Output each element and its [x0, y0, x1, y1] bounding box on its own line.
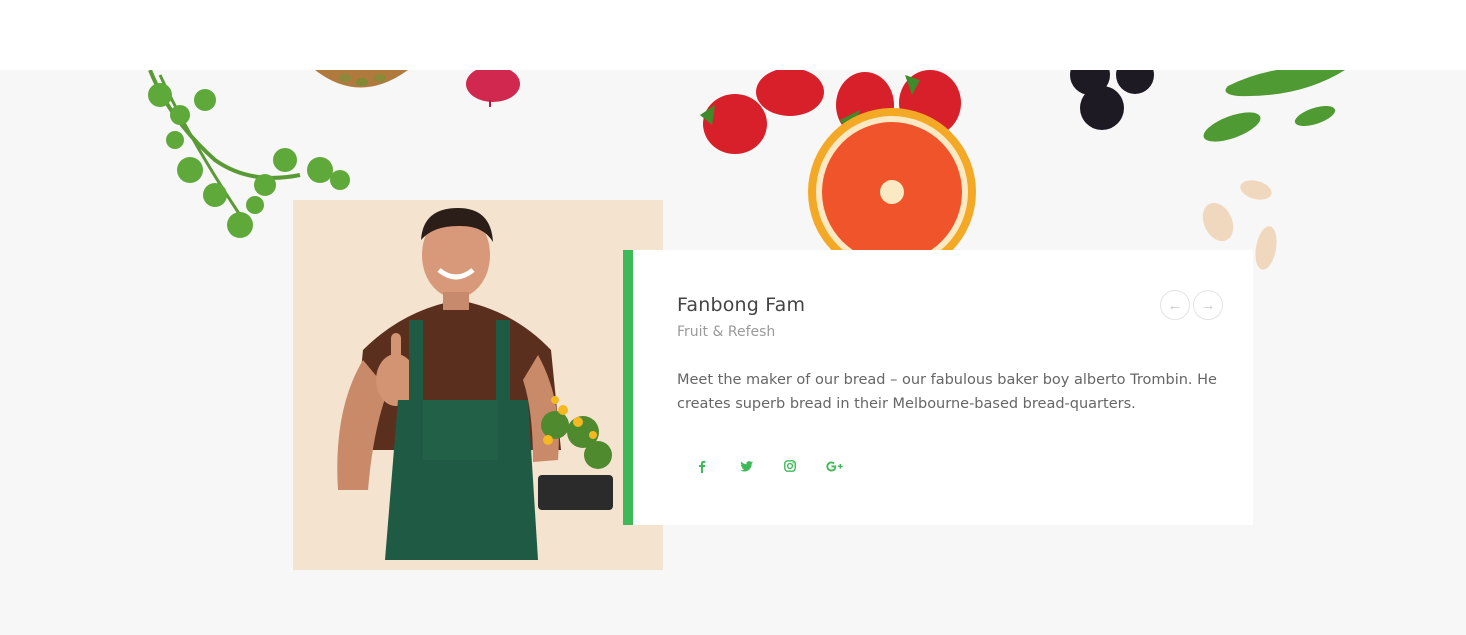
- social-links: [691, 455, 845, 477]
- member-role: Fruit & Refesh: [677, 324, 776, 340]
- prev-button[interactable]: ←: [1160, 290, 1190, 320]
- team-member-photo: [293, 200, 663, 570]
- member-name: Fanbong Fam: [677, 294, 806, 316]
- top-bar: [0, 0, 1466, 70]
- facebook-icon: [699, 460, 706, 473]
- nut-bowl-illustration: [315, 70, 408, 88]
- arrow-right-icon: →: [1200, 296, 1216, 314]
- twitter-link[interactable]: [735, 455, 757, 477]
- arrow-left-icon: ←: [1167, 296, 1183, 314]
- instagram-link[interactable]: [779, 455, 801, 477]
- cucumbers-illustration: [1203, 70, 1345, 142]
- member-bio: Meet the maker of our bread – our fabulo…: [677, 372, 1217, 412]
- facebook-link[interactable]: [691, 455, 713, 477]
- team-member-card: Fanbong Fam Fruit & Refesh ← → Meet the …: [623, 250, 1253, 525]
- google-plus-link[interactable]: [823, 455, 845, 477]
- twitter-icon: [739, 460, 753, 471]
- gardener-illustration: [337, 208, 613, 560]
- blackberries-illustration: [1070, 70, 1154, 130]
- instagram-icon: [784, 460, 796, 472]
- next-button[interactable]: →: [1193, 290, 1223, 320]
- google-plus-icon: [825, 461, 843, 471]
- radish-illustration: [466, 70, 520, 107]
